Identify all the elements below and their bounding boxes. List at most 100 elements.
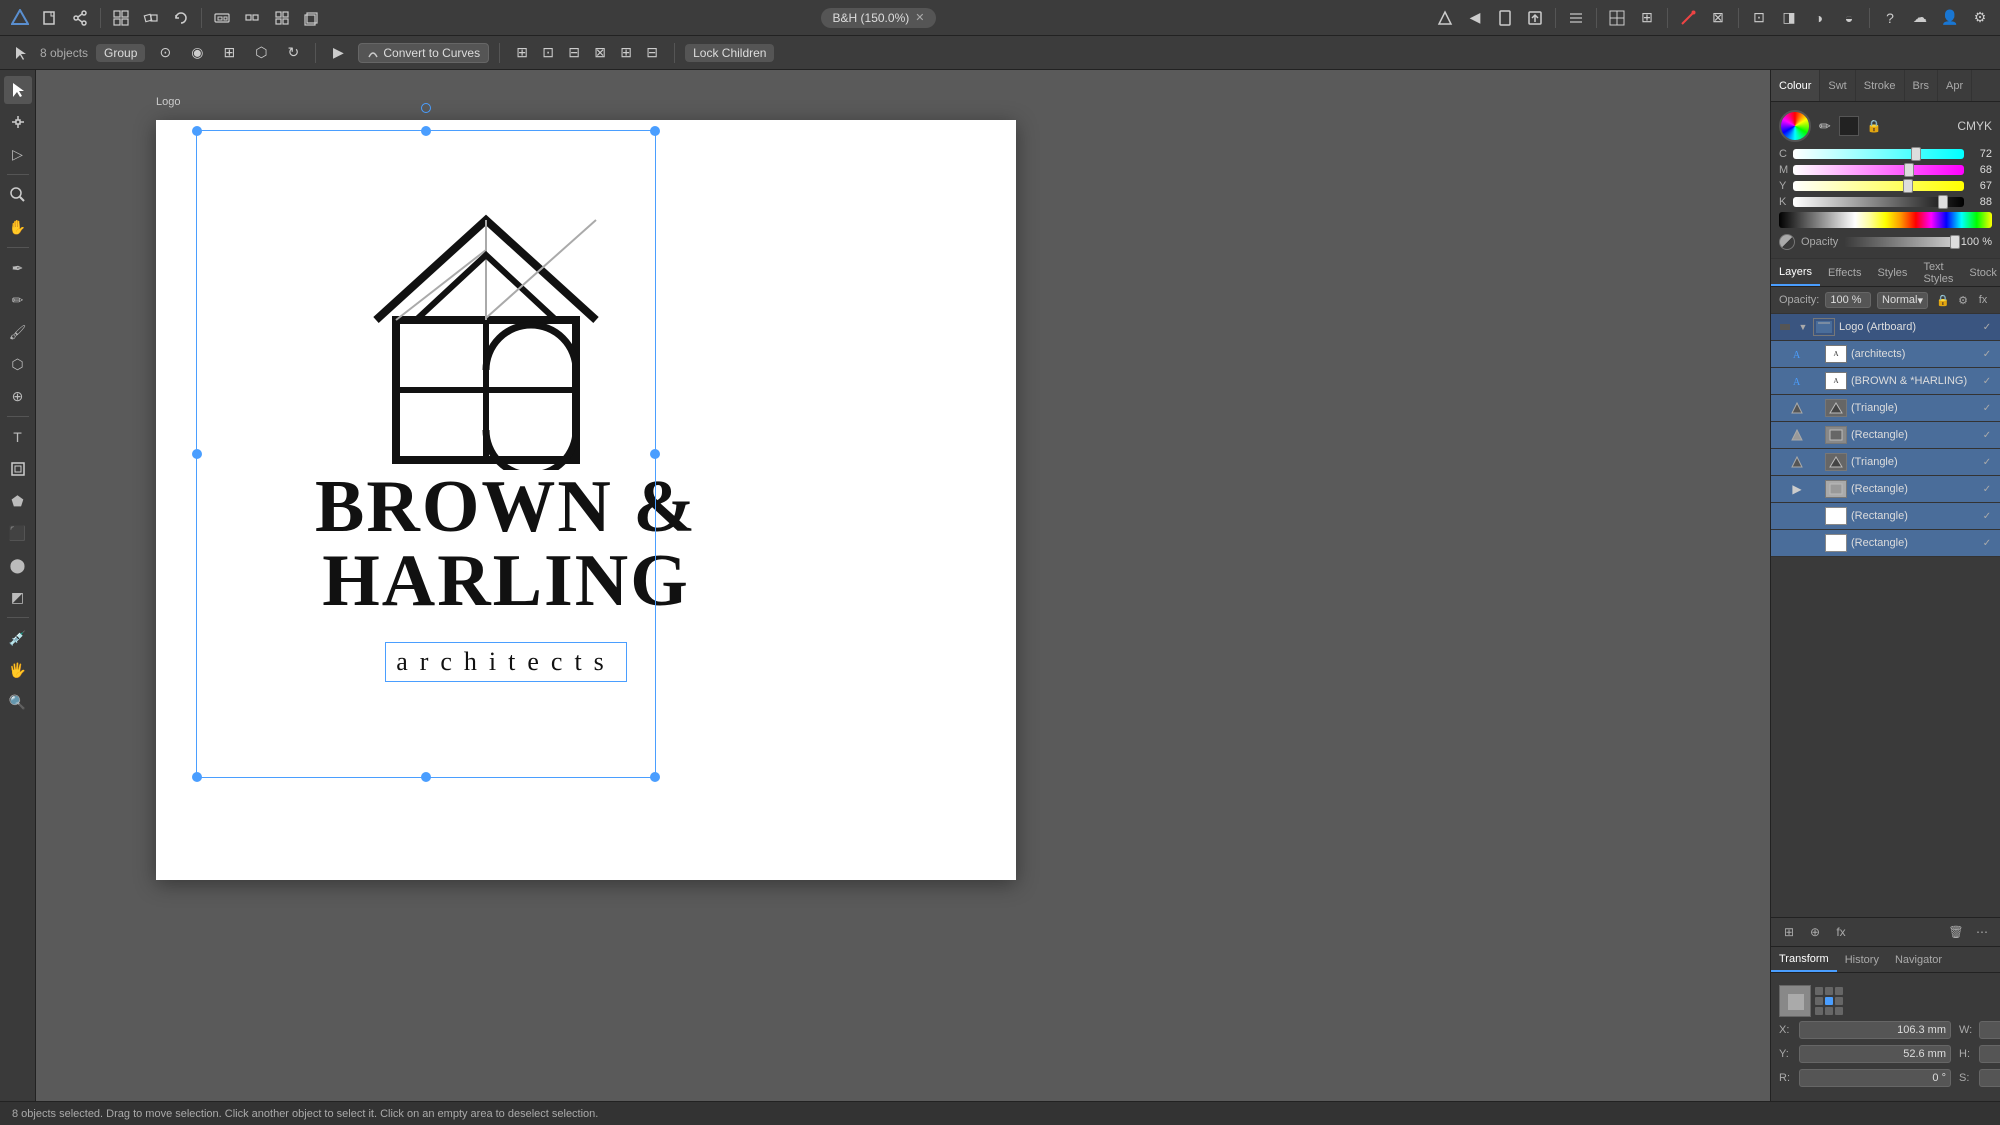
h-input[interactable] [1979,1045,2000,1063]
lock-layer-icon[interactable]: 🔒 [1934,291,1952,309]
help-icon[interactable]: ? [1878,6,1902,30]
lock-children-btn[interactable]: Lock Children [685,44,774,62]
fx-layer-icon[interactable]: fx [1831,922,1851,942]
select-mode-icon[interactable]: ⊙ [153,41,177,65]
view-icon[interactable]: ⊞ [1635,6,1659,30]
convert-to-curves-btn[interactable]: Convert to Curves [358,43,489,63]
anchor-ml[interactable] [1815,997,1823,1005]
r-input[interactable] [1799,1069,1951,1087]
layer-item-triangle-1[interactable]: (Triangle) ✓ [1771,395,2000,422]
tab-history[interactable]: History [1837,947,1887,972]
hand-tool[interactable]: ✋ [4,213,32,241]
transform2-icon[interactable]: ⬡ [249,41,273,65]
enter-group-icon[interactable]: ▶ [326,41,350,65]
rect-tool[interactable]: ⬛ [4,519,32,547]
brush-tool[interactable]: 🖌 [4,318,32,346]
s-input[interactable] [1979,1069,2000,1087]
frame-tool[interactable] [4,455,32,483]
move-tool[interactable] [4,76,32,104]
triangle-tool-icon[interactable] [1433,6,1457,30]
tab-navigator[interactable]: Navigator [1887,947,1950,972]
corner-tool[interactable]: ▷ [4,140,32,168]
layer-visibility-7[interactable] [1789,508,1805,524]
layer-visibility-6[interactable]: ▶ [1789,481,1805,497]
align-right-icon[interactable]: ⊟ [562,41,586,65]
tab-layers[interactable]: Layers [1771,259,1820,286]
group-type-label[interactable]: Group [96,44,145,62]
eyedropper-tool[interactable]: 💉 [4,624,32,652]
layer-check-1[interactable]: ✓ [1980,347,1994,361]
layer-check-7[interactable]: ✓ [1980,509,1994,523]
layer-check-0[interactable]: ✓ [1980,320,1994,334]
layer-check-6[interactable]: ✓ [1980,482,1994,496]
color-spectrum-bar[interactable] [1779,212,1992,228]
blend-mode-dropdown[interactable]: Normal ▾ [1877,292,1928,309]
x-input[interactable] [1799,1021,1951,1039]
color-swatch-foreground[interactable] [1839,116,1859,136]
layer-check-2[interactable]: ✓ [1980,374,1994,388]
layer-expand-8[interactable] [1809,537,1821,549]
layer-expand-0[interactable]: ▼ [1797,321,1809,333]
layer-item-triangle-2[interactable]: (Triangle) ✓ [1771,449,2000,476]
share-icon[interactable] [68,6,92,30]
ellipse-tool[interactable]: ⬤ [4,551,32,579]
settings-layer-icon[interactable]: ⚙ [1954,291,1972,309]
layer-item-rect-3[interactable]: (Rectangle) ✓ [1771,503,2000,530]
text-tool[interactable]: T [4,423,32,451]
user-icon[interactable]: 👤 [1938,6,1962,30]
layer-visibility-5[interactable] [1789,454,1805,470]
tab-styles[interactable]: Styles [1869,259,1915,286]
pan-tool[interactable]: 🖐 [4,656,32,684]
cloud-icon[interactable]: ☁ [1908,6,1932,30]
anchor-bl[interactable] [1815,1007,1823,1015]
align-center-icon[interactable]: ⊡ [536,41,560,65]
layer-item-logo-artboard[interactable]: ▼ Logo (Artboard) ✓ [1771,314,2000,341]
bounds-icon[interactable]: ⊞ [217,41,241,65]
more-layer-icon[interactable]: ⋯ [1972,922,1992,942]
affinity-logo-icon[interactable] [8,6,32,30]
slider-k[interactable] [1793,197,1964,207]
grid-display-icon[interactable] [1605,6,1629,30]
anchor-br[interactable] [1835,1007,1843,1015]
fx-icon[interactable]: fx [1974,291,1992,309]
layer-visibility-4[interactable] [1789,427,1805,443]
opacity-slider[interactable] [1844,237,1955,247]
layer-expand-3[interactable] [1809,402,1821,414]
layer-check-3[interactable]: ✓ [1980,401,1994,415]
layer-expand-2[interactable] [1809,375,1821,387]
layer-expand-4[interactable] [1809,429,1821,441]
select-arrow-icon[interactable] [8,41,32,65]
rotate-icon[interactable] [169,6,193,30]
photo-icon[interactable]: ◨ [1777,6,1801,30]
canvas-area[interactable]: Logo [36,70,1770,1101]
layer-item-architects[interactable]: A A (architects) ✓ [1771,341,2000,368]
layer-check-5[interactable]: ✓ [1980,455,1994,469]
align-middle-icon[interactable]: ⊞ [614,41,638,65]
pencil-tool[interactable]: ✏ [4,286,32,314]
align-tool-icon[interactable] [1564,6,1588,30]
color-pencil-icon[interactable]: ✏ [1819,118,1831,135]
slider-m[interactable] [1793,165,1964,175]
tab-transform[interactable]: Transform [1771,947,1837,972]
anchor-tr[interactable] [1835,987,1843,995]
layer-expand-1[interactable] [1809,348,1821,360]
grid-icon[interactable] [109,6,133,30]
layers-opacity-input[interactable]: 100 % [1825,292,1871,308]
delete-layer-icon[interactable]: 🗑 [1946,922,1966,942]
pen-draw-tool[interactable]: ✒ [4,254,32,282]
anchor-mr[interactable] [1835,997,1843,1005]
layer-visibility-2[interactable]: A [1789,373,1805,389]
align-top-icon[interactable]: ⊠ [588,41,612,65]
layer-item-rect-4[interactable]: (Rectangle) ✓ [1771,530,2000,557]
tab-stroke[interactable]: Stroke [1856,70,1905,101]
ungroup-icon[interactable] [240,6,264,30]
lock-icon[interactable]: 🔒 [1867,119,1882,133]
color-wheel[interactable] [1779,110,1811,142]
anchor-mc[interactable] [1825,997,1833,1005]
zoom-tool[interactable] [4,181,32,209]
gradient-tool[interactable]: ◩ [4,583,32,611]
node-tool[interactable] [4,108,32,136]
back-icon[interactable]: ◀ [1463,6,1487,30]
close-document-icon[interactable]: ✕ [915,11,924,24]
layer-visibility-0[interactable] [1777,319,1793,335]
